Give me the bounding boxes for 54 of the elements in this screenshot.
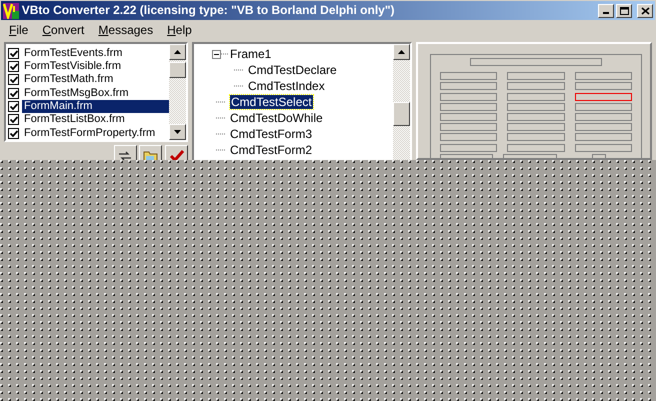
scroll-up-button[interactable] bbox=[169, 44, 186, 60]
tree-item[interactable]: CmdTestForm3 bbox=[230, 126, 312, 142]
down-arrow-icon bbox=[174, 130, 181, 134]
tree-line bbox=[216, 149, 226, 151]
scroll-thumb[interactable] bbox=[169, 62, 186, 78]
tree-item[interactable]: CmdTestDeclare bbox=[248, 62, 337, 78]
menu-item[interactable]: Convert bbox=[37, 23, 90, 37]
file-name-item[interactable]: FormTestEvents.frm bbox=[22, 46, 124, 60]
checkbox[interactable] bbox=[8, 74, 19, 86]
scroll-thumb[interactable] bbox=[393, 102, 410, 126]
tree-item[interactable]: CmdTestIndex bbox=[248, 78, 325, 94]
file-name-item[interactable]: FormMain.frm bbox=[22, 100, 169, 114]
tree-line bbox=[216, 117, 226, 119]
checkbox[interactable] bbox=[8, 88, 19, 99]
scroll-down-button[interactable] bbox=[169, 124, 186, 140]
file-name-item[interactable]: FormTestVisible.frm bbox=[22, 60, 123, 74]
checkbox[interactable] bbox=[8, 48, 19, 59]
tree-item[interactable]: CmdTestForm2 bbox=[230, 142, 312, 158]
tree-item[interactable]: CmdTestSelect bbox=[230, 94, 313, 110]
tree-line bbox=[216, 101, 226, 103]
up-arrow-icon bbox=[398, 50, 405, 54]
tree-line bbox=[216, 133, 226, 135]
window-title: VBto Converter 2.22 (licensing type: "VB to Borland Delphi only") bbox=[22, 3, 396, 18]
file-name-item[interactable]: FormTestFormProperty.frm bbox=[22, 126, 158, 140]
file-name-item[interactable]: FormTestMsgBox.frm bbox=[22, 86, 131, 100]
maximize-button[interactable] bbox=[616, 4, 632, 18]
scrollbar[interactable] bbox=[393, 44, 410, 160]
tree-line bbox=[234, 69, 244, 71]
close-button[interactable] bbox=[637, 4, 653, 18]
minimize-button[interactable] bbox=[598, 4, 614, 18]
checkbox[interactable] bbox=[8, 101, 19, 112]
checkbox[interactable] bbox=[8, 61, 19, 72]
tree-item[interactable]: Frame1 bbox=[230, 46, 272, 62]
scroll-up-button[interactable] bbox=[393, 44, 410, 60]
maximize-icon bbox=[620, 6, 629, 14]
check-icon bbox=[168, 148, 184, 160]
file-name-item[interactable]: FormTestListBox.frm bbox=[22, 113, 127, 126]
up-arrow-icon bbox=[174, 50, 181, 54]
swap-button[interactable] bbox=[114, 144, 136, 160]
menu-item[interactable]: Messages bbox=[93, 23, 158, 37]
check-button[interactable] bbox=[165, 144, 188, 160]
close-icon bbox=[640, 6, 650, 14]
file-name-item[interactable]: FormTestMath.frm bbox=[22, 73, 116, 87]
app-icon bbox=[3, 2, 19, 18]
checkbox[interactable] bbox=[8, 128, 19, 139]
scrollbar[interactable] bbox=[169, 44, 186, 140]
tree-line bbox=[221, 52, 229, 55]
checkbox[interactable] bbox=[8, 114, 19, 126]
tree-line bbox=[234, 85, 244, 87]
menu-item[interactable]: File bbox=[4, 23, 34, 37]
folder-button[interactable] bbox=[139, 144, 162, 160]
minimize-icon bbox=[602, 12, 608, 14]
menu-item[interactable]: Help bbox=[162, 23, 197, 37]
tree-item[interactable]: CmdTestDoWhile bbox=[230, 110, 323, 126]
